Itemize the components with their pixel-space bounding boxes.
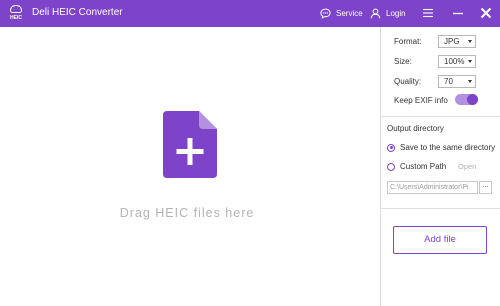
- login-label: Login: [386, 8, 406, 18]
- title-bar: HEIC Deli HEIC Converter Service Login: [0, 0, 500, 27]
- path-input[interactable]: C:\Users\Administrator\Pi: [387, 181, 478, 194]
- user-icon: [370, 8, 381, 18]
- keep-exif-toggle[interactable]: [455, 94, 478, 105]
- app-icon-text: HEIC: [10, 15, 22, 21]
- browse-button[interactable]: ...: [479, 181, 492, 194]
- hamburger-menu-icon: [423, 8, 433, 18]
- app-title: Deli HEIC Converter: [32, 7, 123, 18]
- minimize-icon: [453, 12, 463, 15]
- quality-select[interactable]: 70: [438, 75, 476, 88]
- output-directory-title: Output directory: [387, 124, 444, 133]
- toggle-knob: [467, 94, 478, 105]
- format-value: JPG: [444, 37, 460, 46]
- close-icon: [480, 7, 492, 19]
- settings-panel: Format: JPG Size: 100% Quality: 70 Keep …: [381, 27, 500, 306]
- size-value: 100%: [444, 57, 465, 66]
- chat-bubble-icon: [320, 8, 331, 19]
- menu-button[interactable]: [422, 7, 434, 19]
- add-file-icon[interactable]: [163, 111, 217, 178]
- minimize-button[interactable]: [452, 7, 464, 19]
- login-button[interactable]: Login: [370, 6, 406, 20]
- same-directory-option[interactable]: Save to the same directory: [387, 143, 495, 152]
- drop-area[interactable]: Drag HEIC files here: [0, 27, 381, 306]
- heic-cloud-icon: HEIC: [6, 3, 26, 24]
- radio-button[interactable]: [387, 143, 395, 152]
- close-button[interactable]: [479, 6, 493, 20]
- quality-label: Quality:: [394, 77, 422, 86]
- chevron-down-icon: [468, 60, 472, 63]
- drag-hint: Drag HEIC files here: [119, 206, 255, 220]
- custom-path-label: Custom Path: [400, 162, 447, 171]
- chevron-down-icon: [468, 40, 472, 43]
- format-select[interactable]: JPG: [438, 35, 476, 48]
- quality-value: 70: [444, 77, 453, 86]
- radio-button[interactable]: [387, 162, 395, 171]
- divider: [381, 208, 500, 209]
- chevron-down-icon: [468, 80, 472, 83]
- service-button[interactable]: Service: [320, 6, 363, 20]
- same-directory-label: Save to the same directory: [400, 143, 496, 152]
- format-label: Format:: [394, 37, 422, 46]
- add-file-button[interactable]: Add file: [393, 226, 487, 254]
- size-select[interactable]: 100%: [438, 55, 476, 68]
- divider: [381, 116, 500, 117]
- keep-exif-label: Keep EXIF info: [394, 96, 448, 105]
- size-label: Size:: [394, 57, 412, 66]
- open-link[interactable]: Open: [458, 162, 476, 171]
- service-label: Service: [336, 8, 363, 18]
- custom-path-option[interactable]: Custom Path: [387, 162, 446, 171]
